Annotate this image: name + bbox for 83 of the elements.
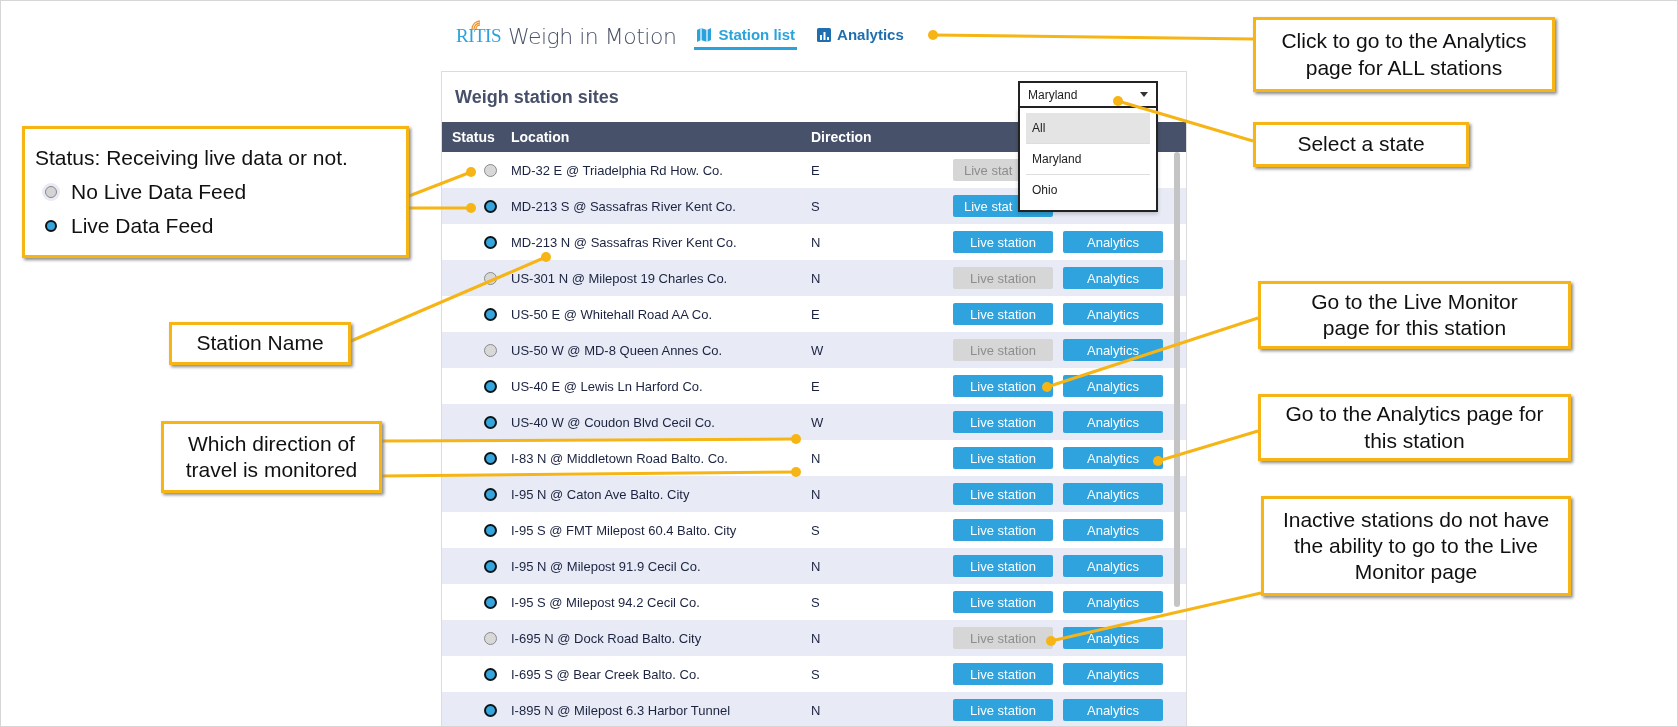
bar-chart-icon: [817, 27, 832, 42]
direction-text: E: [811, 162, 820, 178]
live-station-button[interactable]: Live station: [953, 231, 1053, 253]
live-station-button[interactable]: Live station: [953, 591, 1053, 613]
caret-icon: [1140, 92, 1148, 97]
callout-text: Status: Receiving live data or not.: [35, 144, 348, 171]
direction-text: W: [811, 414, 824, 430]
live-station-button[interactable]: Live station: [953, 447, 1053, 469]
direction-text: N: [811, 270, 821, 286]
column-header: Direction: [810, 129, 873, 145]
app-title: Weigh in Motion: [508, 23, 677, 49]
live-station-button[interactable]: Live station: [953, 519, 1053, 541]
live-station-button[interactable]: Live station: [953, 555, 1053, 577]
direction-text: S: [811, 594, 820, 610]
analytics-button[interactable]: Analytics: [1063, 339, 1163, 361]
analytics-button[interactable]: Analytics: [1063, 303, 1163, 325]
direction-text: S: [811, 666, 820, 682]
signal-icon: [470, 19, 482, 31]
state-select[interactable]: Maryland: [1018, 81, 1158, 108]
location-text: I-95 N @ Caton Ave Balto. City: [511, 486, 690, 502]
direction-text: N: [811, 450, 821, 466]
column-header: Status: [451, 129, 496, 145]
location-text: MD-213 S @ Sassafras River Kent Co.: [511, 198, 736, 214]
direction-text: N: [811, 630, 821, 646]
callout-text: Click to go to the Analytics page for ALL stations: [1280, 28, 1528, 81]
location-text: US-40 E @ Lewis Ln Harford Co.: [511, 378, 703, 394]
analytics-button[interactable]: Analytics: [1063, 699, 1163, 721]
analytics-button[interactable]: Analytics: [1063, 627, 1163, 649]
location-text: I-695 S @ Bear Creek Balto. Co.: [511, 666, 700, 682]
direction-text: N: [811, 558, 821, 574]
location-text: MD-32 E @ Triadelphia Rd How. Co.: [511, 162, 723, 178]
live-station-button[interactable]: Live station: [953, 699, 1053, 721]
callout-text: Inactive stations do not have the ability to go to the Live Monitor page: [1281, 506, 1551, 586]
live-station-button[interactable]: Live station: [953, 303, 1053, 325]
location-text: I-695 N @ Dock Road Balto. City: [511, 630, 702, 646]
analytics-button[interactable]: Analytics: [1063, 447, 1163, 469]
analytics-button[interactable]: Analytics: [1063, 231, 1163, 253]
callout-text: Go to the Live Monitor page for this station: [1310, 288, 1519, 341]
analytics-button[interactable]: Analytics: [1063, 663, 1163, 685]
legend-label: No Live Data Feed: [71, 178, 247, 205]
direction-text: S: [811, 198, 820, 214]
direction-text: N: [811, 234, 821, 250]
dropdown-option[interactable]: All: [1026, 113, 1150, 144]
live-station-button[interactable]: Live station: [953, 663, 1053, 685]
nav-tab[interactable]: Station list: [694, 22, 798, 50]
live-station-button[interactable]: Live station: [953, 375, 1053, 397]
location-text: I-83 N @ Middletown Road Balto. Co.: [511, 450, 728, 466]
location-text: US-50 E @ Whitehall Road AA Co.: [511, 306, 713, 322]
analytics-button[interactable]: Analytics: [1063, 375, 1163, 397]
direction-text: S: [811, 522, 820, 538]
direction-text: N: [811, 702, 821, 718]
legend-label: Live Data Feed: [71, 213, 214, 240]
location-text: I-95 N @ Milepost 91.9 Cecil Co.: [511, 558, 701, 574]
location-text: US-301 N @ Milepost 19 Charles Co.: [511, 270, 728, 286]
location-text: I-895 N @ Milepost 6.3 Harbor Tunnel: [511, 702, 731, 718]
analytics-button[interactable]: Analytics: [1063, 267, 1163, 289]
location-text: I-95 S @ FMT Milepost 60.4 Balto. City: [511, 522, 737, 538]
scrollbar[interactable]: [1174, 152, 1180, 607]
callout-text: Select a state: [1297, 131, 1425, 158]
direction-text: N: [811, 486, 821, 502]
location-text: US-50 W @ MD-8 Queen Annes Co.: [511, 342, 723, 358]
live-station-button[interactable]: Live station: [953, 483, 1053, 505]
map-icon: [696, 26, 713, 43]
logo: RITIS: [456, 25, 501, 47]
direction-text: E: [811, 306, 820, 322]
callout-text: Go to the Analytics page for this station: [1284, 401, 1545, 454]
nav-tab[interactable]: Analytics: [815, 22, 906, 50]
panel-title: Weigh station sites: [455, 86, 619, 108]
analytics-button[interactable]: Analytics: [1063, 519, 1163, 541]
analytics-button[interactable]: Analytics: [1063, 483, 1163, 505]
analytics-button[interactable]: Analytics: [1063, 591, 1163, 613]
callout-text: Station Name: [196, 330, 324, 357]
location-text: MD-213 N @ Sassafras River Kent Co.: [511, 234, 737, 250]
direction-text: E: [811, 378, 820, 394]
callout-text: Which direction of travel is monitored: [184, 430, 359, 483]
location-text: I-95 S @ Milepost 94.2 Cecil Co.: [511, 594, 700, 610]
analytics-button[interactable]: Analytics: [1063, 411, 1163, 433]
analytics-button[interactable]: Analytics: [1063, 555, 1163, 577]
column-header: Location: [510, 129, 571, 145]
location-text: US-40 W @ Coudon Blvd Cecil Co.: [511, 414, 715, 430]
dropdown-option[interactable]: Maryland: [1026, 144, 1150, 175]
live-station-button[interactable]: Live station: [953, 411, 1053, 433]
direction-text: W: [811, 342, 824, 358]
